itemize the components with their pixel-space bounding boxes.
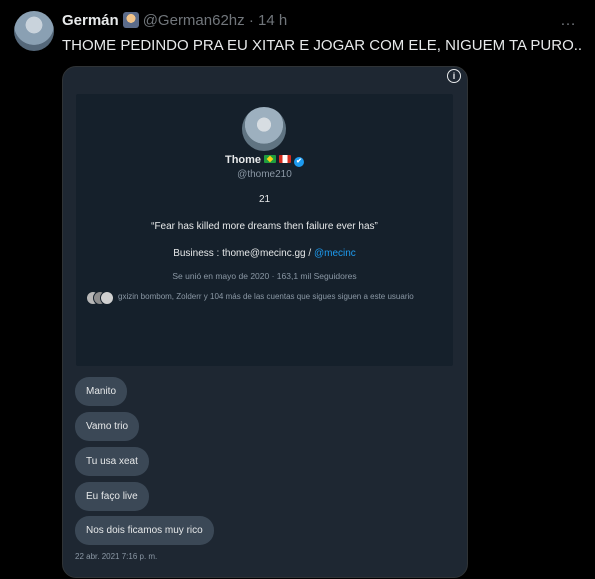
tweet-header: Germán @German62hz · 14 h [62,12,287,30]
profile-joined-followers: Se unió en mayo de 2020 · 163,1 mil Segu… [172,271,357,281]
tweet-media-screenshot[interactable]: i Thome ✔ @thome210 21 “Fear has killed m… [62,66,468,578]
profile-name: Thome [224,154,262,166]
separator-dot: · [248,12,254,29]
message-bubble: Manito [75,377,128,406]
canada-flag-icon [279,155,292,163]
message-bubble: Vamo trio [75,412,140,441]
construction-worker-emoji-icon [122,12,139,28]
message-timestamp: 22 abr. 2021 7:16 p. m. [75,552,158,561]
followers-you-know-text: gxizin bombom, Zolderr y 104 más de las … [118,292,414,301]
author-name[interactable]: Germán [62,12,119,29]
profile-bio-age: 21 [258,194,271,205]
profile-avatar [242,107,286,151]
tweet-time[interactable]: 14 h [258,12,287,29]
follower-avatars [86,291,114,305]
business-text: Business : thome@mecinc.gg / [173,248,314,259]
profile-card: Thome ✔ @thome210 21 “Fear has killed mor… [76,94,453,366]
profile-handle: @thome210 [237,169,292,180]
brazil-flag-icon [264,155,277,163]
info-icon[interactable]: i [447,69,461,83]
follower-avatar [100,291,114,305]
author-handle[interactable]: @German62hz [143,12,245,29]
tweet-text: THOME PEDINDO PRA EU XITAR E JOGAR COM E… [62,37,583,54]
more-options-icon[interactable]: … [560,12,577,30]
business-link: @mecinc [313,248,356,259]
author-avatar[interactable] [14,11,54,51]
message-bubble: Nos dois ficamos muy rico [75,516,214,545]
message-bubble: Eu faço live [75,482,149,511]
profile-bio-quote: “Fear has killed more dreams then failur… [151,221,378,232]
profile-name-row: Thome ✔ [76,154,453,167]
followers-you-know: gxizin bombom, Zolderr y 104 más de las … [86,291,439,305]
profile-business-line: Business : thome@mecinc.gg / @mecinc [76,248,453,259]
verified-badge-icon: ✔ [294,157,305,167]
message-bubble: Tu usa xeat [75,447,149,476]
